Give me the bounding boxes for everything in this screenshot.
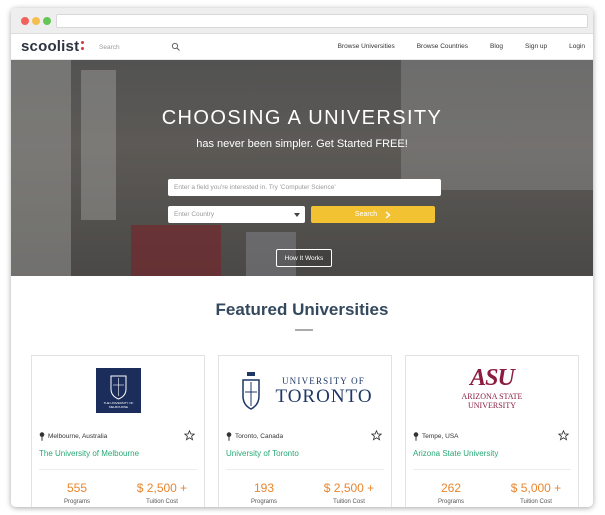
- university-card-toronto[interactable]: UNIVERSITY OF TORONTO Toronto, Canada Un…: [218, 355, 392, 507]
- card-location: Melbourne, Australia: [39, 432, 107, 441]
- melbourne-crest: THE UNIVERSITY OF MELBOURNE: [96, 368, 141, 413]
- site-logo[interactable]: scoolist: [21, 38, 79, 55]
- melbourne-logo: THE UNIVERSITY OF MELBOURNE: [32, 356, 204, 420]
- card-university-name[interactable]: University of Toronto: [226, 449, 299, 458]
- star-outline-icon[interactable]: [371, 430, 382, 441]
- card-university-name[interactable]: The University of Melbourne: [39, 449, 139, 458]
- browser-chrome: [11, 8, 593, 34]
- card-tuition-cost: $ 5,000 +: [510, 481, 562, 495]
- card-programs-count: 262: [440, 481, 462, 495]
- asu-logo-line1: ARIZONA STATE: [461, 392, 523, 401]
- location-pin-icon: [226, 432, 232, 441]
- card-location: Toronto, Canada: [226, 432, 283, 441]
- maximize-window-dot[interactable]: [43, 17, 51, 25]
- asu-logo-mark: ASU: [470, 365, 515, 391]
- card-tuition-label: Tuition Cost: [333, 499, 365, 505]
- how-it-works-button[interactable]: How It Works: [276, 249, 332, 267]
- card-location-text: Tempe, USA: [422, 433, 459, 440]
- logo-dots-icon: [81, 41, 85, 53]
- card-tuition-label: Tuition Cost: [146, 499, 178, 505]
- nav-link-blog[interactable]: Blog: [490, 43, 503, 50]
- hero-overlay: [11, 60, 593, 276]
- featured-universities-section: Featured Universities THE UNIVERSITY OF …: [11, 276, 593, 507]
- card-programs-label: Programs: [250, 499, 277, 505]
- card-programs-count: 555: [66, 481, 88, 495]
- hero-title: CHOOSING A UNIVERSITY: [161, 107, 443, 129]
- university-card-melbourne[interactable]: THE UNIVERSITY OF MELBOURNE Melbourne, A…: [31, 355, 205, 507]
- card-location-text: Melbourne, Australia: [48, 433, 108, 440]
- close-window-dot[interactable]: [21, 17, 29, 25]
- card-tuition-label: Tuition Cost: [520, 499, 552, 505]
- nav-search-input[interactable]: [99, 41, 179, 53]
- card-programs-count: 193: [253, 481, 275, 495]
- address-bar[interactable]: [56, 14, 588, 28]
- card-programs-label: Programs: [437, 499, 464, 505]
- card-programs-label: Programs: [63, 499, 90, 505]
- card-divider: [226, 469, 384, 470]
- country-select-placeholder: Enter Country: [174, 211, 215, 218]
- minimize-window-dot[interactable]: [32, 17, 40, 25]
- nav-links: Browse Universities Browse Countries Blo…: [316, 43, 585, 50]
- nav-link-browse-universities[interactable]: Browse Universities: [338, 43, 395, 50]
- nav-link-sign-up[interactable]: Sign up: [525, 43, 547, 50]
- card-tuition-cost: $ 2,500 +: [323, 481, 375, 495]
- card-location-text: Toronto, Canada: [235, 433, 284, 440]
- search-icon[interactable]: [171, 42, 181, 52]
- hero-subtitle: has never been simpler. Get Started FREE…: [196, 138, 408, 150]
- melbourne-logo-text: THE UNIVERSITY OF MELBOURNE: [103, 401, 134, 409]
- chevron-right-icon: [385, 210, 391, 219]
- asu-logo: ASU ARIZONA STATE UNIVERSITY: [406, 356, 578, 420]
- card-divider: [413, 469, 571, 470]
- card-tuition-cost: $ 2,500 +: [136, 481, 188, 495]
- location-pin-icon: [39, 432, 45, 441]
- toronto-logo-line1: UNIVERSITY OF: [281, 376, 366, 386]
- star-outline-icon[interactable]: [184, 430, 195, 441]
- card-divider: [39, 469, 197, 470]
- nav-link-browse-countries[interactable]: Browse Countries: [417, 43, 468, 50]
- university-card-asu[interactable]: ASU ARIZONA STATE UNIVERSITY Tempe, USA …: [405, 355, 579, 507]
- asu-logo-line2: UNIVERSITY: [468, 401, 516, 410]
- card-location: Tempe, USA: [413, 432, 459, 441]
- search-button-label: Search: [354, 211, 378, 218]
- hero-banner: CHOOSING A UNIVERSITY has never been sim…: [11, 60, 593, 276]
- nav-link-login[interactable]: Login: [569, 43, 585, 50]
- featured-divider: [295, 329, 313, 331]
- caret-down-icon: [294, 213, 300, 217]
- browser-window: scoolist Browse Universities Browse Coun…: [11, 8, 593, 507]
- featured-title: Featured Universities: [215, 300, 389, 319]
- star-outline-icon[interactable]: [558, 430, 569, 441]
- field-search-input[interactable]: [168, 179, 441, 196]
- toronto-logo-line2: TORONTO: [275, 386, 373, 407]
- top-navbar: scoolist Browse Universities Browse Coun…: [11, 34, 593, 60]
- card-university-name[interactable]: Arizona State University: [413, 449, 498, 458]
- location-pin-icon: [413, 432, 419, 441]
- search-button[interactable]: Search: [311, 206, 435, 223]
- crest-icon: [242, 372, 260, 410]
- toronto-logo: UNIVERSITY OF TORONTO: [219, 356, 391, 420]
- country-select[interactable]: Enter Country: [168, 206, 305, 223]
